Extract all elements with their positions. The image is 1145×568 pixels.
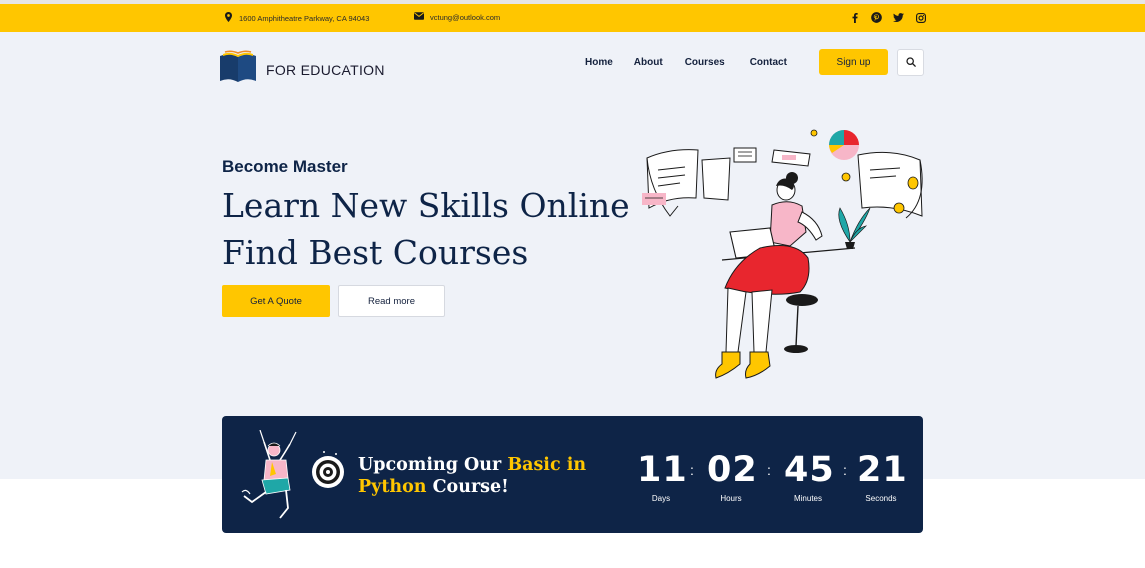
- banner-title-part2: Course!: [426, 477, 509, 497]
- countdown-days-label: Days: [651, 494, 671, 503]
- read-more-button[interactable]: Read more: [338, 285, 445, 317]
- signup-button[interactable]: Sign up: [819, 49, 888, 75]
- site-logo[interactable]: FOR EDUCATION: [218, 50, 385, 89]
- countdown-days-value: 11: [637, 450, 688, 490]
- banner-title-highlight2: Python: [358, 477, 427, 497]
- countdown-days: 11 Days: [637, 450, 688, 503]
- countdown-separator: :: [690, 462, 694, 478]
- nav-courses[interactable]: Courses: [685, 57, 725, 68]
- hero-eyebrow: Become Master: [222, 157, 348, 176]
- jumping-girl-illustration: [240, 429, 306, 527]
- main-navigation: Home About Courses Contact: [585, 57, 787, 68]
- hero-headline-line2: Find Best Courses: [222, 233, 529, 272]
- countdown-hours: 02 Hours: [707, 450, 758, 503]
- course-countdown-banner: Upcoming Our Basic in Python Course! 11 …: [222, 416, 923, 533]
- nav-contact[interactable]: Contact: [750, 57, 787, 68]
- nav-home[interactable]: Home: [585, 57, 613, 68]
- countdown-hours-label: Hours: [720, 494, 742, 503]
- countdown-seconds-value: 21: [857, 450, 908, 490]
- envelope-icon: [414, 12, 424, 22]
- target-icon: [310, 450, 346, 499]
- open-book-icon: [218, 50, 258, 89]
- hero-headline-line1: Learn New Skills Online: [222, 186, 630, 225]
- hero-headline: Learn New Skills Online Find Best Course…: [222, 182, 630, 276]
- pinterest-icon[interactable]: [870, 11, 883, 24]
- countdown-minutes-value: 45: [784, 450, 835, 490]
- countdown-minutes-label: Minutes: [793, 494, 822, 503]
- logo-text: FOR EDUCATION: [266, 61, 385, 78]
- email-text[interactable]: vctung@outlook.com: [430, 13, 500, 22]
- instagram-icon[interactable]: [914, 11, 927, 24]
- search-button[interactable]: [897, 49, 924, 76]
- countdown-separator: :: [843, 462, 847, 478]
- banner-title: Upcoming Our Basic in Python Course!: [358, 454, 598, 498]
- countdown-hours-value: 02: [707, 450, 758, 490]
- address-text: 1600 Amphitheatre Parkway, CA 94043: [239, 13, 370, 23]
- countdown-seconds: 21 Seconds: [857, 450, 908, 503]
- address-info: 1600 Amphitheatre Parkway, CA 94043: [224, 12, 369, 24]
- banner-title-part1: Upcoming Our: [358, 455, 508, 475]
- countdown-seconds-label: Seconds: [865, 494, 897, 503]
- facebook-icon[interactable]: [848, 11, 861, 24]
- countdown-minutes: 45 Minutes: [784, 450, 835, 503]
- get-quote-button[interactable]: Get A Quote: [222, 285, 330, 317]
- top-info-bar: 1600 Amphitheatre Parkway, CA 94043 vctu…: [0, 4, 1145, 32]
- student-laptop-illustration: [630, 120, 930, 385]
- countdown-separator: :: [767, 462, 771, 478]
- email-info[interactable]: vctung@outlook.com: [414, 12, 500, 22]
- nav-about[interactable]: About: [634, 57, 663, 68]
- search-icon: [905, 54, 916, 72]
- location-pin-icon: [224, 12, 233, 24]
- social-links: [848, 11, 927, 24]
- twitter-icon[interactable]: [892, 11, 905, 24]
- banner-title-highlight1: Basic in: [507, 455, 587, 475]
